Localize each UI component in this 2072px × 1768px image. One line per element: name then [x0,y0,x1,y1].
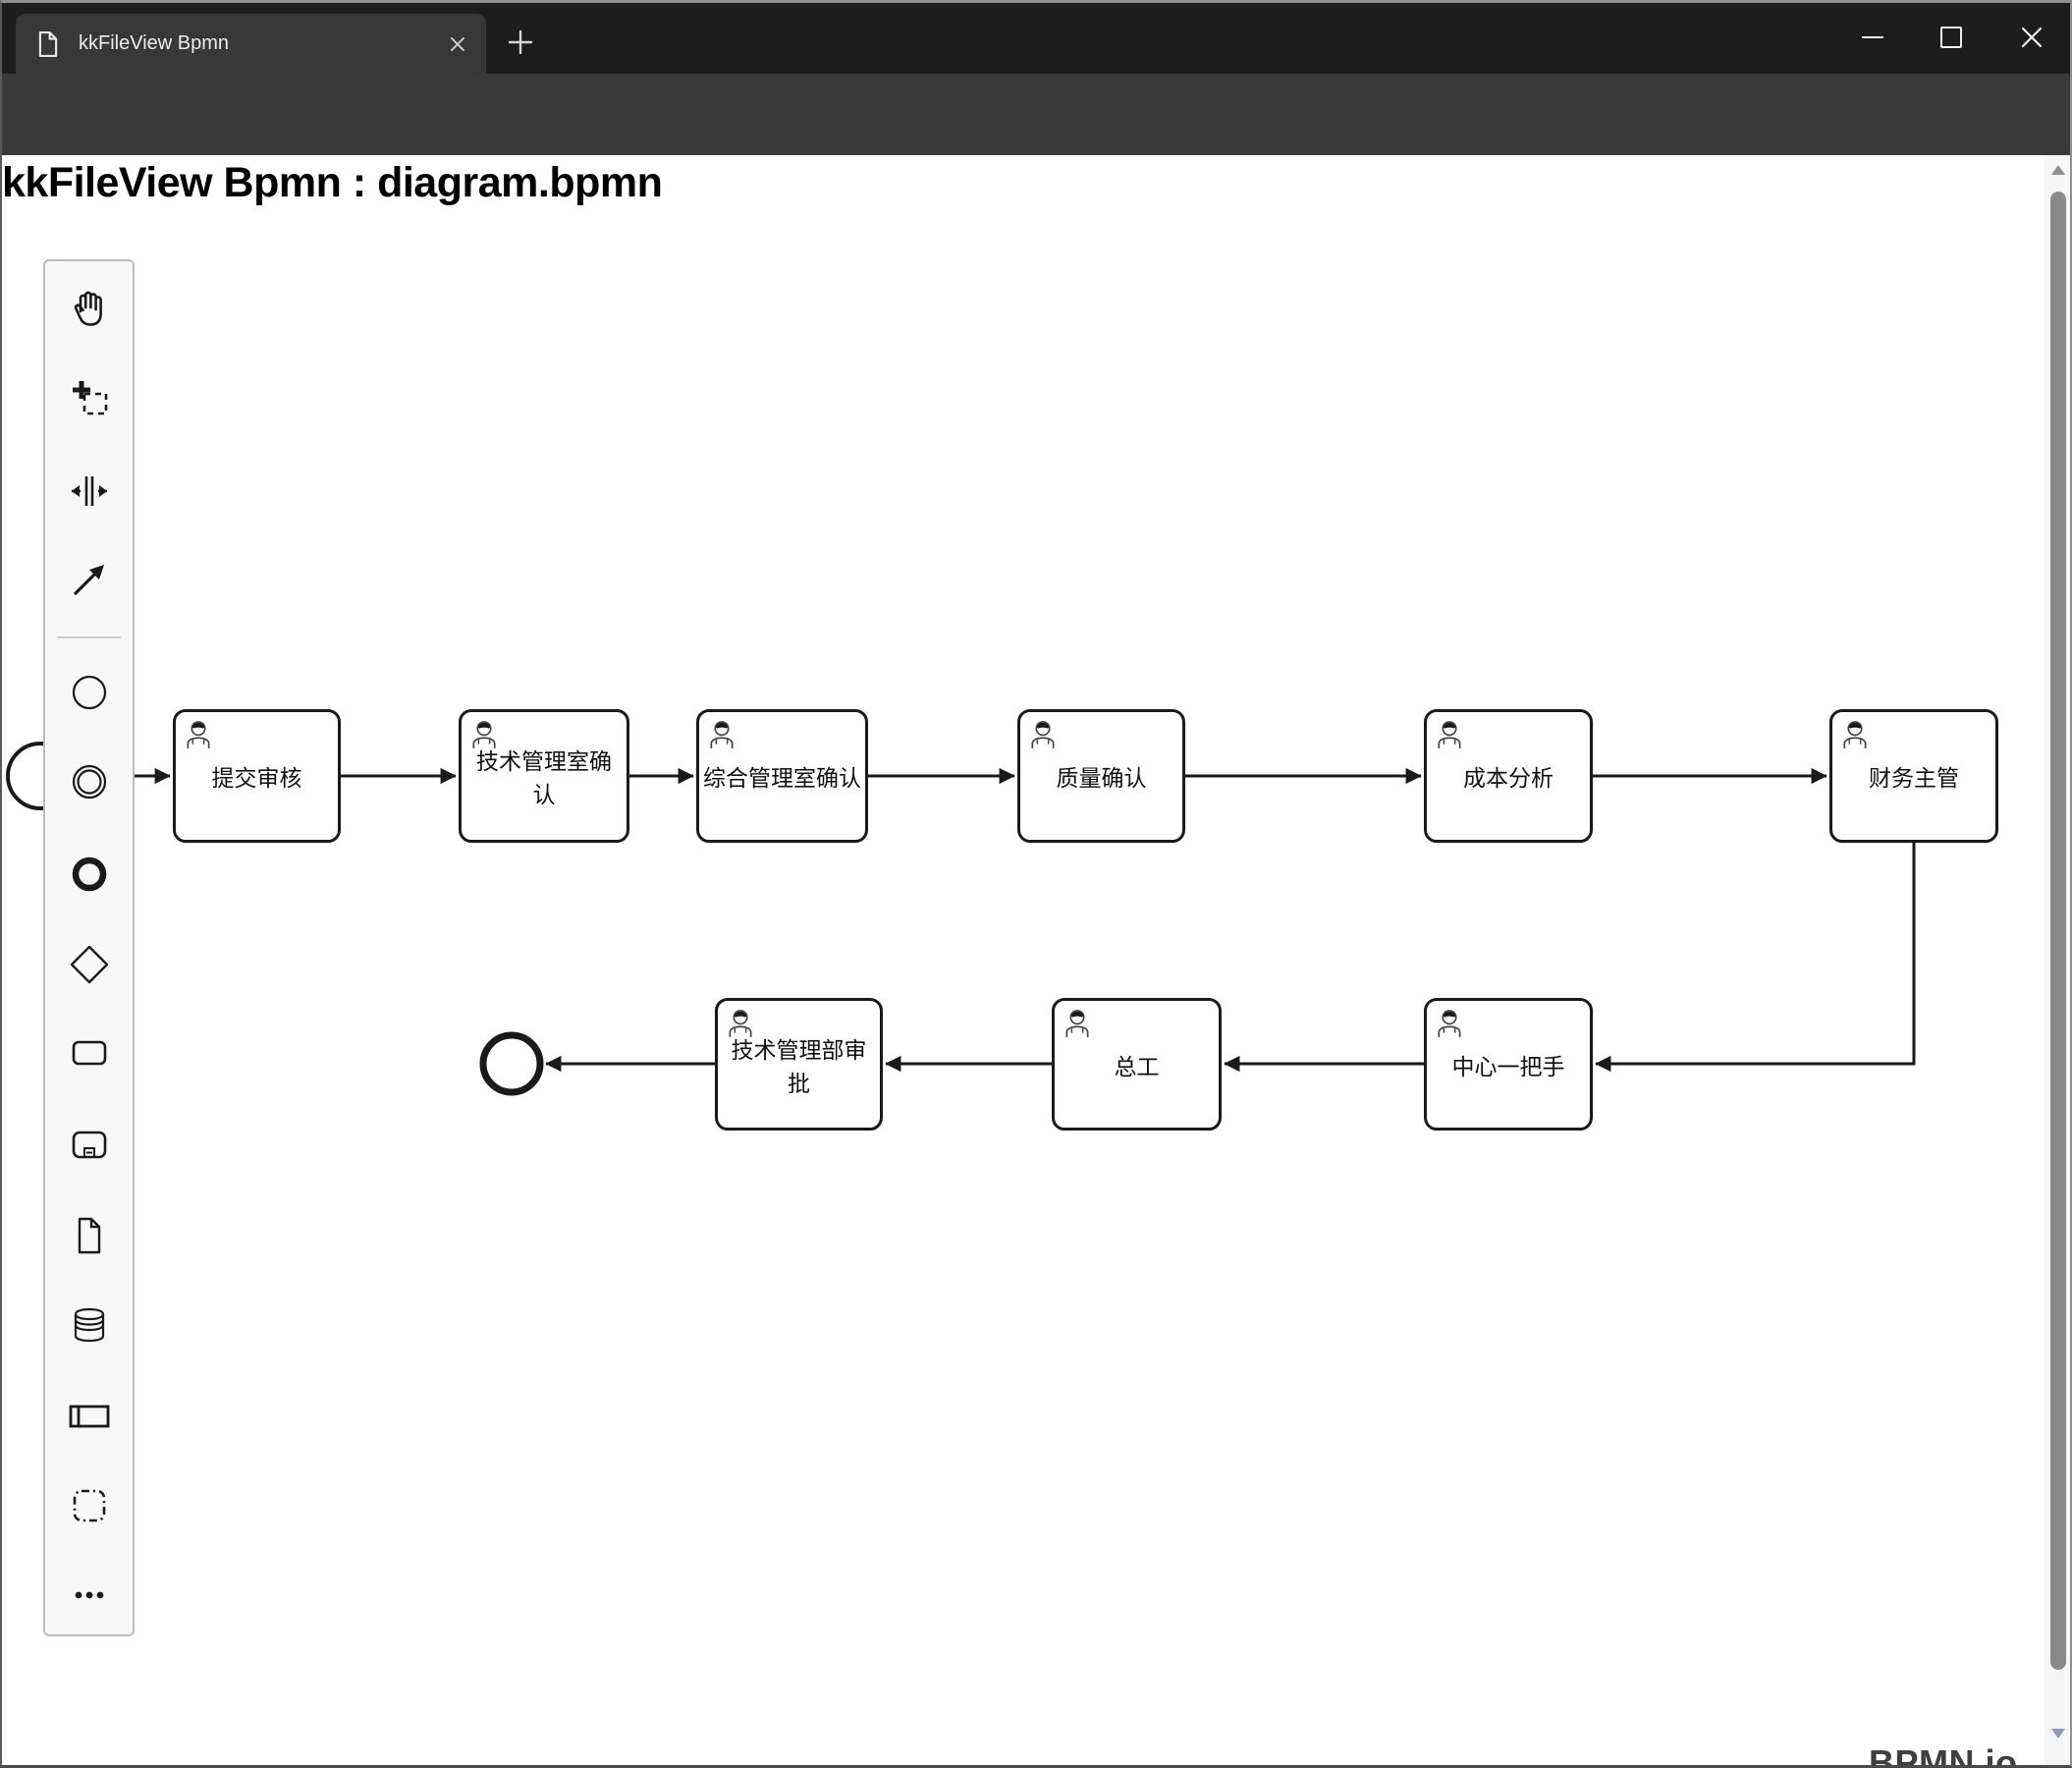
user-task-icon [1840,718,1870,749]
document-favicon-icon [38,30,58,57]
bpmn-user-task[interactable]: 综合管理室确认 [696,709,868,843]
lasso-tool[interactable] [66,375,113,422]
bpmn-user-task[interactable]: 提交审核 [173,709,341,843]
window-minimize-button[interactable] [1862,35,1883,38]
tab-close-icon[interactable] [449,35,466,53]
browser-titlebar: kkFileView Bpmn [0,0,2072,74]
scroll-up-icon[interactable] [2049,163,2067,177]
end-event[interactable] [479,1031,544,1096]
task-label: 质量确认 [1056,765,1147,791]
user-task-icon [184,718,213,749]
user-task-icon [1435,1007,1464,1038]
user-task-icon [1063,1007,1092,1038]
create-task[interactable] [66,1029,113,1077]
bpmn-palette [43,259,135,1636]
task-label: 财务主管 [1869,765,1959,791]
create-data-store[interactable] [66,1301,113,1349]
sequence-flow[interactable] [1595,843,1916,1073]
browser-tab[interactable]: kkFileView Bpmn [16,14,486,74]
kkfileview-page: kkFileView Bpmn : diagram.bpmn 提交审核 技术管理… [0,155,2072,1768]
window-close-button[interactable] [2019,25,2045,50]
create-gateway[interactable] [66,941,113,988]
scrollbar-thumb[interactable] [2050,192,2066,1670]
task-label: 综合管理室确认 [703,765,861,791]
bpmn-user-task[interactable]: 中心一把手 [1424,998,1593,1131]
create-start-event[interactable] [66,669,113,716]
bpmn-user-task[interactable]: 财务主管 [1829,709,1998,843]
create-participant[interactable] [66,1393,113,1440]
task-label: 提交审核 [211,765,302,791]
bpmn-user-task[interactable]: 成本分析 [1424,709,1593,843]
bpmn-user-task[interactable]: 质量确认 [1017,709,1185,843]
bpmn-user-task[interactable]: 技术管理室确认 [459,709,629,843]
task-label: 技术管理部审批 [731,1036,867,1096]
create-subprocess[interactable] [66,1122,113,1169]
create-data-object[interactable] [66,1212,113,1259]
palette-separator [57,636,121,638]
hand-tool[interactable] [66,286,113,333]
user-task-icon [469,718,499,749]
tab-title: kkFileView Bpmn [79,32,230,54]
create-group[interactable] [66,1482,113,1529]
global-connect-tool[interactable] [66,556,113,603]
task-label: 总工 [1114,1053,1160,1079]
new-tab-button[interactable] [506,28,535,57]
create-end-event[interactable] [66,851,113,898]
more-options[interactable] [66,1572,113,1619]
bpmn-user-task[interactable]: 总工 [1052,998,1222,1131]
user-task-icon [1028,718,1058,749]
bpmn-io-watermark: BPMN.io [1869,1742,2018,1768]
user-task-icon [726,1007,755,1038]
task-label: 中心一把手 [1451,1053,1565,1079]
task-label: 技术管理室确认 [476,748,612,807]
create-intermediate-event[interactable] [66,758,113,805]
space-tool[interactable] [66,468,113,515]
window-maximize-button[interactable] [1940,26,1962,48]
browser-toolbar: https://file.kkview.cn/onlinePreview?url… [0,74,2072,216]
bpmn-canvas[interactable] [0,155,2045,1768]
vertical-scrollbar[interactable] [2045,155,2072,1768]
user-task-icon [1435,718,1464,749]
bpmn-user-task[interactable]: 技术管理部审批 [715,998,883,1131]
user-task-icon [707,718,736,749]
scroll-down-icon[interactable] [2049,1727,2067,1740]
task-label: 成本分析 [1463,765,1554,791]
